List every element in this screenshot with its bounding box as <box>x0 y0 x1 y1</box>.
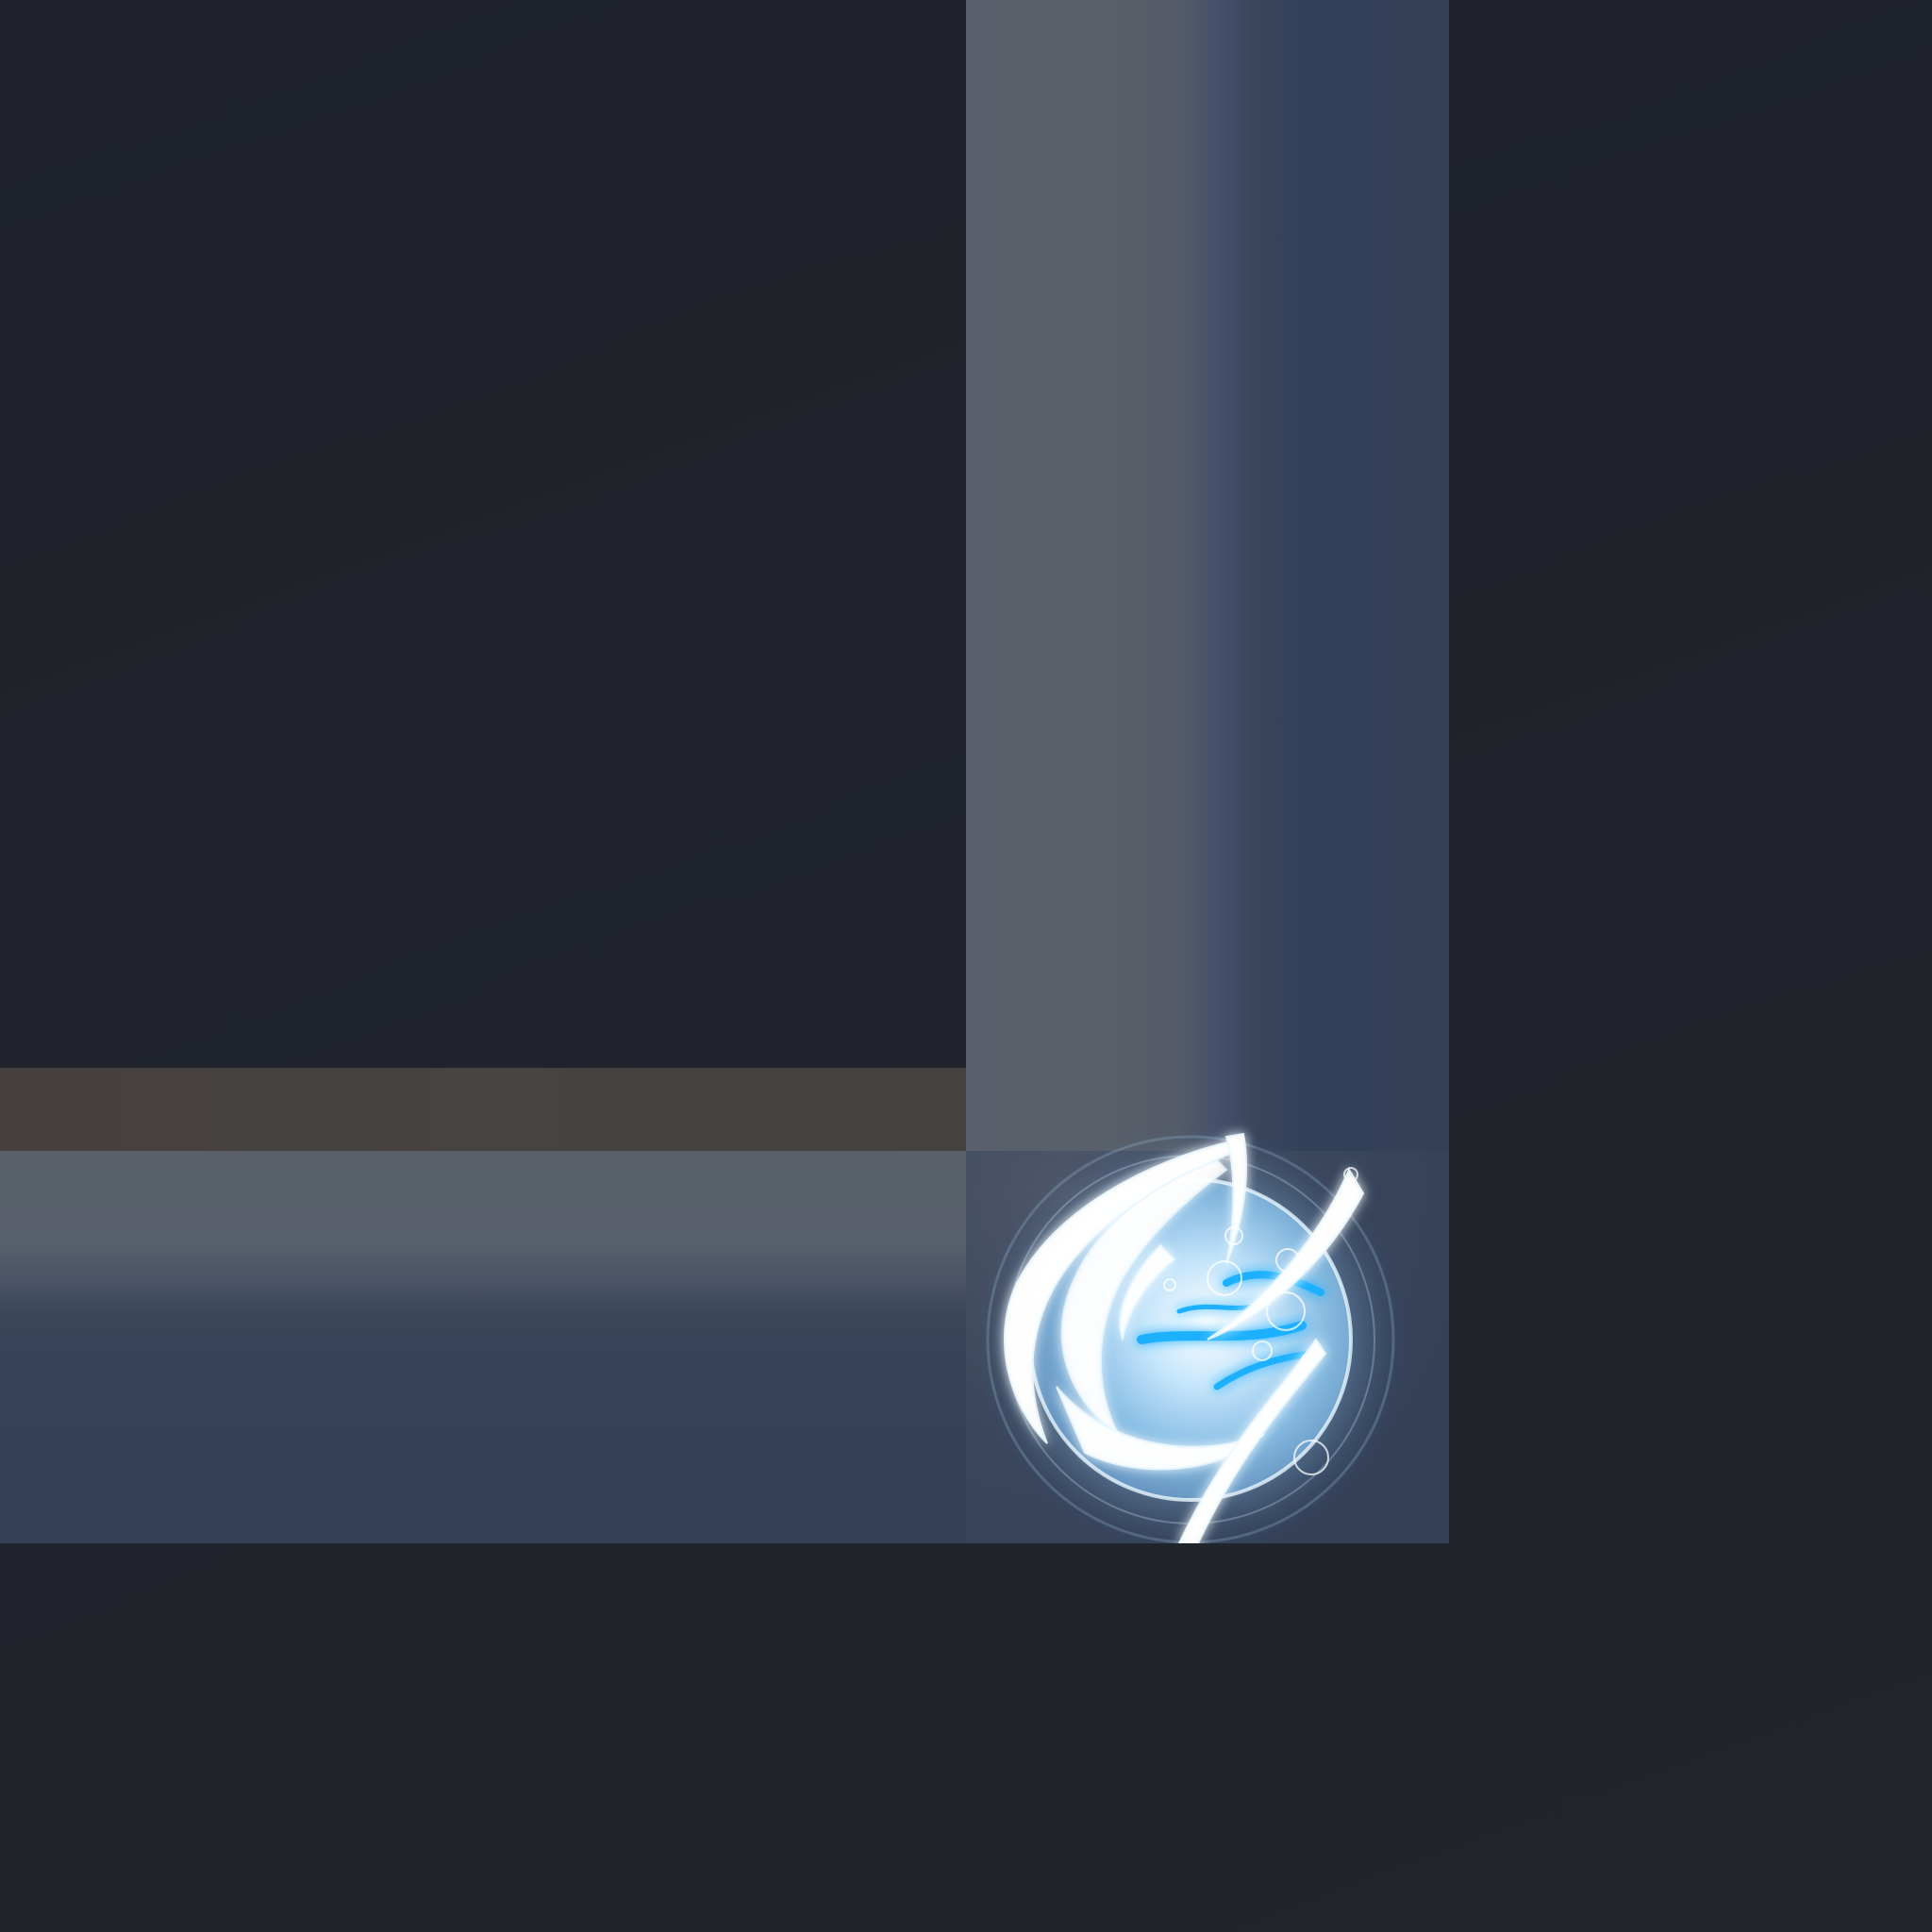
dark-content-panel <box>0 0 966 1068</box>
water-orb-button[interactable] <box>943 1028 1449 1543</box>
frame-vertical-border <box>966 0 1449 1151</box>
water-swirl-orb-icon <box>974 1123 1407 1543</box>
panel-footer-strip <box>0 1068 966 1151</box>
game-scene <box>0 0 1932 1932</box>
